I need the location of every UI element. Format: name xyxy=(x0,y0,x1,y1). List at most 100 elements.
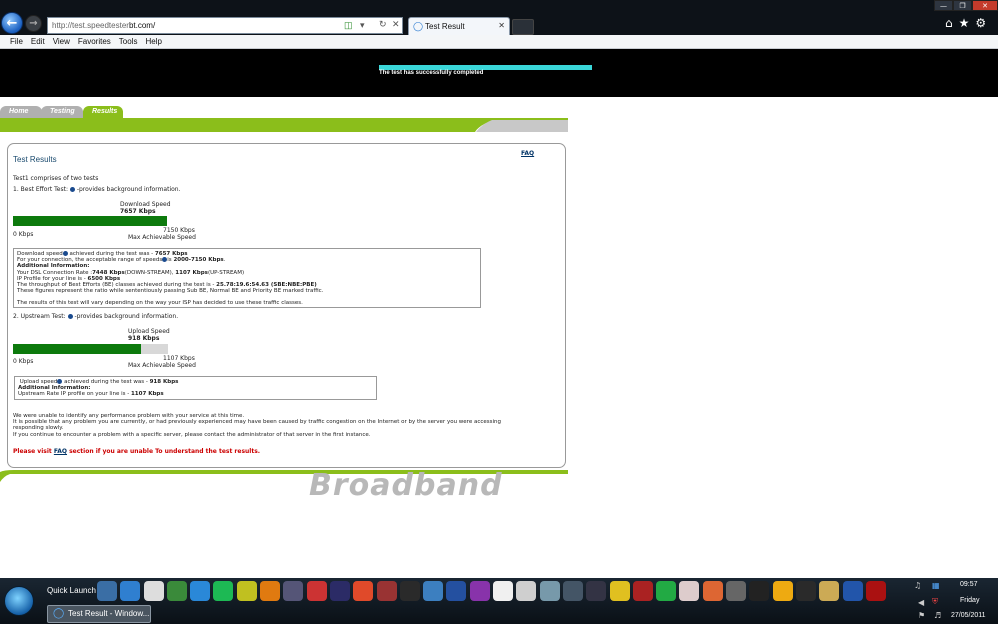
quick-launch-app-icon[interactable] xyxy=(609,581,630,601)
quick-launch-app-icon[interactable] xyxy=(213,581,234,601)
tab-title: Test Result xyxy=(425,22,465,31)
network-icon[interactable]: ▦ xyxy=(932,581,940,590)
info-icon[interactable] xyxy=(62,251,68,256)
stop-icon[interactable]: ✕ xyxy=(392,19,400,30)
ie-page-icon: ◯ xyxy=(413,21,424,31)
browser-toolbar-icons: ⌂ ★ ⚙ xyxy=(945,16,986,30)
quick-launch-app-icon[interactable] xyxy=(632,581,653,601)
info-icon[interactable] xyxy=(67,314,73,319)
quick-launch-app-icon[interactable] xyxy=(842,581,863,601)
upload-speed-value: 918 Kbps xyxy=(128,335,160,342)
warning-text: Please visit FAQ section if you are unab… xyxy=(13,448,261,455)
info-icon[interactable] xyxy=(69,187,75,192)
upload-max-value: 1107 Kbps xyxy=(163,355,195,362)
tab-results[interactable]: Results xyxy=(83,106,123,118)
favorites-star-icon[interactable]: ★ xyxy=(959,16,970,30)
quick-launch-app-icon[interactable] xyxy=(399,581,420,601)
maximize-button[interactable]: ❐ xyxy=(953,0,972,11)
quick-launch-app-icon[interactable] xyxy=(865,581,886,601)
shield-icon[interactable]: ⛨ xyxy=(932,597,938,607)
quick-launch-app-icon[interactable] xyxy=(260,581,281,601)
quick-launch-app-icon[interactable] xyxy=(446,581,467,601)
quick-launch-app-icon[interactable] xyxy=(376,581,397,601)
faq-inline-link[interactable]: FAQ xyxy=(54,448,67,455)
intro-text: Test1 comprises of two tests xyxy=(13,175,99,182)
download-max-label: Max Achievable Speed xyxy=(128,234,196,241)
clock-day[interactable]: Friday xyxy=(960,597,979,604)
download-speed-value: 7657 Kbps xyxy=(120,208,156,215)
address-bar[interactable]: http://test.speedtesterbt.com/ ◫ ▾ ↻ ✕ xyxy=(47,17,403,34)
upload-speed-fill xyxy=(13,344,142,354)
new-tab-button[interactable] xyxy=(512,19,534,35)
flag-icon[interactable]: ⚑ xyxy=(918,611,925,620)
quick-launch-app-icon[interactable] xyxy=(726,581,747,601)
menu-bar: File Edit View Favorites Tools Help xyxy=(0,35,998,49)
clock-time[interactable]: 09:57 xyxy=(960,581,978,588)
volume-icon[interactable]: ♬ xyxy=(934,611,941,620)
quick-launch-app-icon[interactable] xyxy=(190,581,211,601)
menu-tools[interactable]: Tools xyxy=(119,37,138,46)
upload-speed-bar xyxy=(13,344,168,354)
browser-tab[interactable]: ◯ Test Result ✕ xyxy=(408,17,510,35)
start-button[interactable] xyxy=(4,586,34,616)
forward-arrow-icon: → xyxy=(29,18,38,29)
close-tab-icon[interactable]: ✕ xyxy=(498,21,505,30)
download-speed-label: Download Speed xyxy=(120,201,171,208)
quick-launch-app-icon[interactable] xyxy=(306,581,327,601)
minimize-button[interactable]: — xyxy=(934,0,953,11)
faq-link[interactable]: FAQ xyxy=(521,150,534,157)
menu-favorites[interactable]: Favorites xyxy=(78,37,111,46)
quick-launch-app-icon[interactable] xyxy=(539,581,560,601)
tray-expand-icon[interactable]: ◀ xyxy=(918,598,924,607)
download-speed-fill xyxy=(13,216,167,226)
tab-home[interactable]: Home xyxy=(0,106,42,118)
quick-launch-app-icon[interactable] xyxy=(772,581,793,601)
broadband-logo: Broadband xyxy=(309,468,503,503)
quick-launch-app-icon[interactable] xyxy=(795,581,816,601)
quick-launch-app-icon[interactable] xyxy=(749,581,770,601)
quick-launch-app-icon[interactable] xyxy=(656,581,677,601)
home-icon[interactable]: ⌂ xyxy=(945,16,953,30)
clock-date[interactable]: 27/05/2011 xyxy=(951,612,986,619)
compatibility-view-icon[interactable]: ◫ xyxy=(344,20,353,31)
download-details-box: Download speed achieved during the test … xyxy=(13,248,481,308)
quick-launch-app-icon[interactable] xyxy=(516,581,537,601)
quick-launch-app-icon[interactable] xyxy=(423,581,444,601)
test2-heading: 2. Upstream Test: -provides background i… xyxy=(13,313,179,320)
info-icon[interactable] xyxy=(57,379,63,384)
speaker-icon[interactable]: ♫ xyxy=(914,581,921,590)
quick-launch-app-icon[interactable] xyxy=(236,581,257,601)
status-message: The test has successfully completed xyxy=(379,70,484,76)
quick-launch-app-icon[interactable] xyxy=(679,581,700,601)
quick-launch-app-icon[interactable] xyxy=(586,581,607,601)
quick-launch-app-icon[interactable] xyxy=(283,581,304,601)
quick-launch-app-icon[interactable] xyxy=(493,581,514,601)
taskbar-ie-window[interactable]: ◯ Test Result - Window... xyxy=(47,605,151,623)
quick-launch-app-icon[interactable] xyxy=(702,581,723,601)
menu-edit[interactable]: Edit xyxy=(31,37,45,46)
detail-line: Upstream Rate IP profile on your line is… xyxy=(18,391,164,398)
quick-launch-app-icon[interactable] xyxy=(166,581,187,601)
menu-help[interactable]: Help xyxy=(145,37,161,46)
back-button[interactable]: ← xyxy=(1,12,23,34)
quick-launch-app-icon[interactable] xyxy=(562,581,583,601)
forward-button[interactable]: → xyxy=(25,15,42,32)
refresh-icon[interactable]: ↻ xyxy=(379,19,387,30)
quick-launch-app-icon[interactable] xyxy=(120,581,141,601)
quick-launch-app-icon[interactable] xyxy=(469,581,490,601)
address-url: http://test.speedtesterbt.com/ xyxy=(52,21,156,30)
tab-testing[interactable]: Testing xyxy=(41,106,83,118)
download-min-label: 0 Kbps xyxy=(13,231,34,238)
quick-launch-app-icon[interactable] xyxy=(819,581,840,601)
tools-gear-icon[interactable]: ⚙ xyxy=(975,16,986,30)
quick-launch-icons xyxy=(97,581,889,601)
quick-launch-app-icon[interactable] xyxy=(143,581,164,601)
quick-launch-app-icon[interactable] xyxy=(353,581,374,601)
quick-launch-app-icon[interactable] xyxy=(97,581,117,601)
dropdown-arrow-icon[interactable]: ▾ xyxy=(360,20,365,31)
menu-view[interactable]: View xyxy=(53,37,70,46)
menu-file[interactable]: File xyxy=(10,37,23,46)
page-title: Test Results xyxy=(13,155,57,164)
quick-launch-app-icon[interactable] xyxy=(329,581,350,601)
close-window-button[interactable]: ✕ xyxy=(972,0,998,11)
